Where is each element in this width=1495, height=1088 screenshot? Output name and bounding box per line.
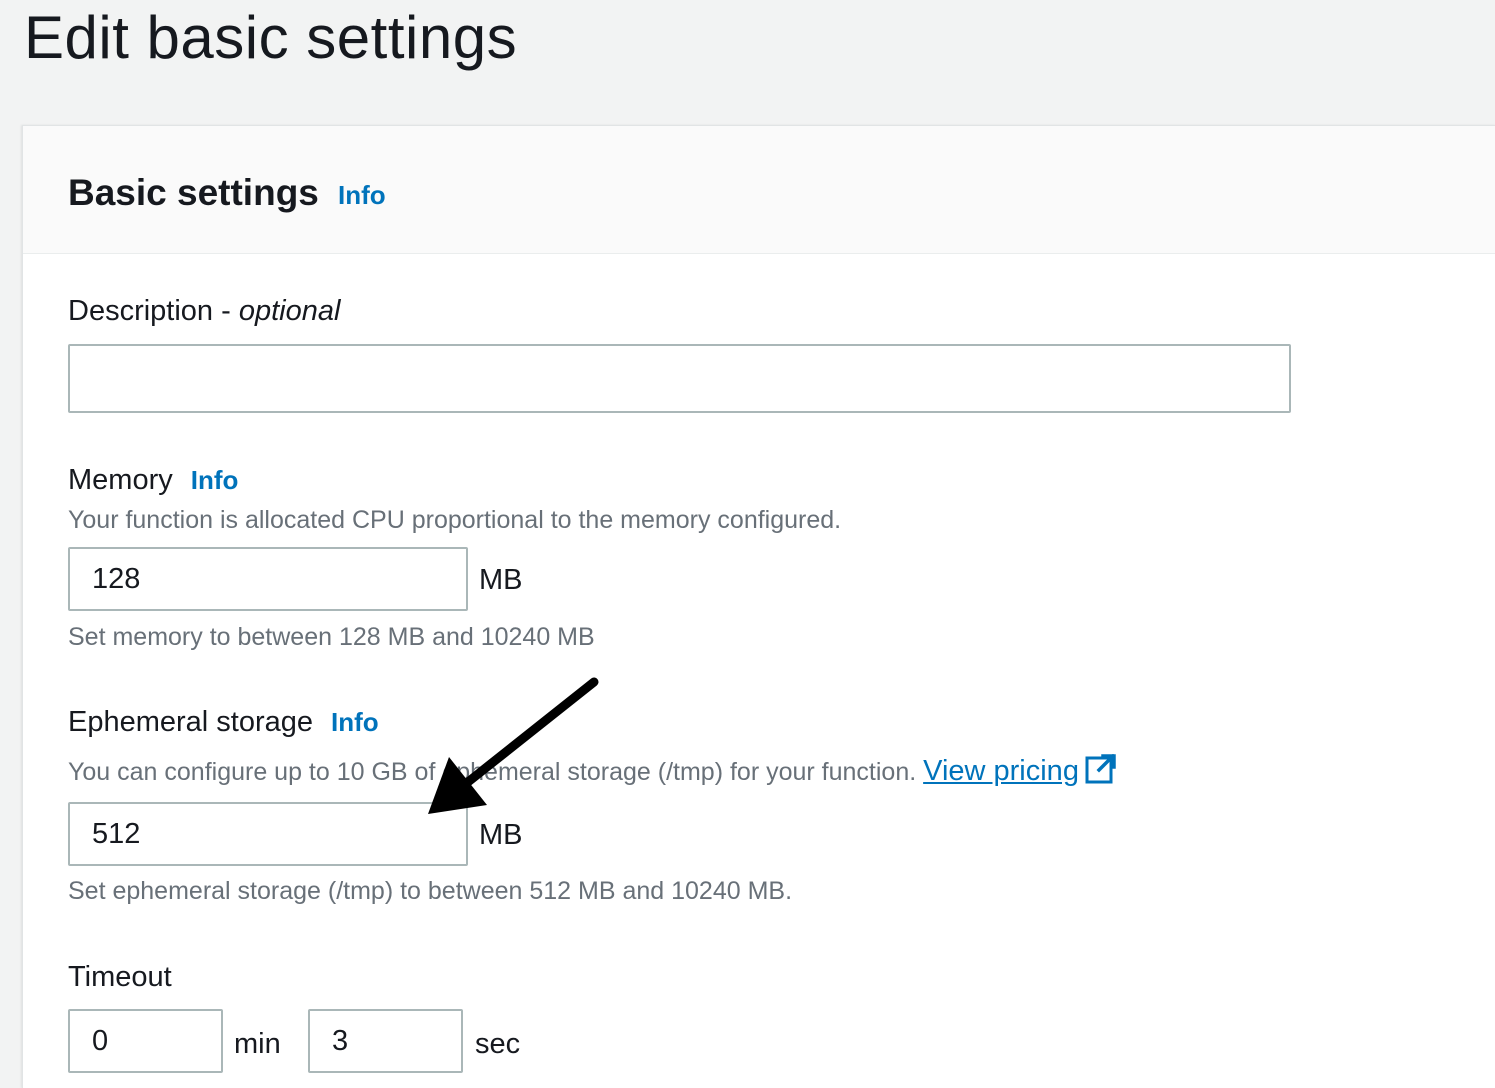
ephemeral-help-text: You can configure up to 10 GB of ephemer… [68, 753, 1117, 791]
timeout-sec-unit: sec [475, 1028, 521, 1060]
ephemeral-input[interactable]: 512 [68, 802, 468, 866]
description-label-text: Description - [68, 295, 239, 327]
memory-unit: MB [479, 564, 523, 596]
ephemeral-info-link[interactable]: Info [331, 707, 379, 737]
description-label: Description - optional [68, 293, 340, 329]
view-pricing-link[interactable]: View pricing [923, 753, 1117, 787]
ephemeral-label-text: Ephemeral storage [68, 706, 314, 738]
basic-settings-panel: Basic settings Info Description - option… [22, 125, 1495, 1088]
ephemeral-unit: MB [479, 819, 523, 851]
timeout-sec-input[interactable]: 3 [308, 1009, 463, 1073]
panel-title: Basic settings [68, 172, 319, 213]
memory-help-text: Your function is allocated CPU proportio… [68, 506, 842, 534]
ephemeral-help-main: You can configure up to 10 GB of ephemer… [68, 758, 917, 786]
memory-input[interactable]: 128 [68, 547, 468, 611]
view-pricing-label[interactable]: View pricing [923, 755, 1079, 787]
description-optional: optional [238, 295, 341, 327]
memory-info-link[interactable]: Info [191, 465, 239, 495]
ephemeral-label: Ephemeral storage Info [68, 704, 379, 740]
timeout-label: Timeout [68, 961, 172, 993]
timeout-min-input[interactable]: 0 [68, 1009, 223, 1073]
panel-info-link[interactable]: Info [338, 180, 386, 211]
memory-constraint-text: Set memory to between 128 MB and 10240 M… [68, 623, 595, 651]
panel-header: Basic settings Info [23, 126, 1495, 254]
memory-label-text: Memory [68, 464, 173, 496]
page-title: Edit basic settings [24, 4, 518, 71]
ephemeral-constraint-text: Set ephemeral storage (/tmp) to between … [68, 877, 793, 905]
external-link-icon[interactable] [1085, 753, 1117, 791]
memory-label: Memory Info [68, 462, 238, 498]
timeout-min-unit: min [234, 1028, 281, 1060]
description-input[interactable] [68, 344, 1291, 413]
